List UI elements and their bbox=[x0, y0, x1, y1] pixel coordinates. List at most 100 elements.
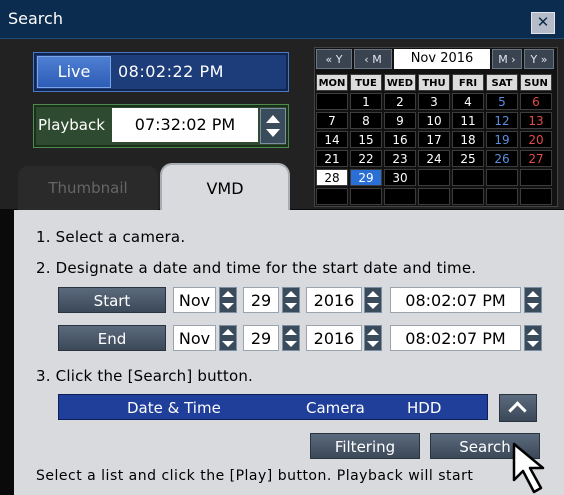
calendar-day bbox=[350, 188, 382, 205]
calendar-day bbox=[520, 188, 552, 205]
results-list-header[interactable]: Date & Time Camera HDD bbox=[58, 394, 488, 420]
playback-time-stepper[interactable] bbox=[260, 108, 286, 144]
calendar-day[interactable]: 6 bbox=[520, 93, 552, 110]
start-month-stepper[interactable] bbox=[219, 287, 237, 313]
start-time-field[interactable]: 08:02:07 PM bbox=[390, 287, 521, 313]
calendar-day[interactable]: 2 bbox=[384, 93, 416, 110]
next-month-button[interactable]: M › bbox=[492, 49, 522, 69]
next-year-button[interactable]: Y » bbox=[524, 49, 554, 69]
calendar-day[interactable]: 26 bbox=[486, 150, 518, 167]
arrow-up-icon[interactable] bbox=[285, 291, 297, 297]
window-title: Search bbox=[8, 9, 63, 28]
calendar-day[interactable]: 21 bbox=[316, 150, 348, 167]
calendar-day[interactable]: 24 bbox=[418, 150, 450, 167]
calendar-day[interactable]: 11 bbox=[452, 112, 484, 129]
live-button[interactable]: Live bbox=[37, 56, 111, 88]
calendar-day[interactable]: 29 bbox=[350, 169, 382, 186]
start-time-stepper[interactable] bbox=[524, 287, 542, 313]
end-day-field[interactable]: 29 bbox=[243, 325, 279, 351]
end-year-field[interactable]: 2016 bbox=[306, 325, 362, 351]
arrow-down-icon[interactable] bbox=[285, 341, 297, 347]
arrow-down-icon[interactable] bbox=[222, 303, 234, 309]
start-button[interactable]: Start bbox=[58, 287, 166, 313]
playback-time-field[interactable]: 07:32:02 PM bbox=[112, 108, 258, 142]
start-day-field[interactable]: 29 bbox=[243, 287, 279, 313]
calendar-day[interactable]: 28 bbox=[316, 169, 348, 186]
weekday-header: SAT bbox=[486, 74, 518, 91]
close-button[interactable]: ✕ bbox=[531, 12, 555, 34]
calendar-day[interactable]: 4 bbox=[452, 93, 484, 110]
step-1-text: 1. Select a camera. bbox=[36, 228, 186, 246]
tab-vmd[interactable]: VMD bbox=[160, 163, 290, 211]
arrow-down-icon[interactable] bbox=[527, 303, 539, 309]
calendar-day[interactable]: 25 bbox=[452, 150, 484, 167]
playback-label: Playback bbox=[38, 116, 105, 134]
calendar-day[interactable]: 15 bbox=[350, 131, 382, 148]
end-time-field[interactable]: 08:02:07 PM bbox=[390, 325, 521, 351]
end-month-stepper[interactable] bbox=[219, 325, 237, 351]
calendar-day[interactable]: 1 bbox=[350, 93, 382, 110]
weekday-header: TUE bbox=[350, 74, 382, 91]
calendar-day[interactable]: 5 bbox=[486, 93, 518, 110]
arrow-down-icon[interactable] bbox=[527, 341, 539, 347]
column-hdd[interactable]: HDD bbox=[407, 395, 441, 421]
arrow-up-icon[interactable] bbox=[285, 329, 297, 335]
prev-month-button[interactable]: ‹ M bbox=[354, 49, 392, 69]
tab-thumbnail[interactable]: Thumbnail bbox=[18, 166, 158, 210]
arrow-up-icon[interactable] bbox=[222, 291, 234, 297]
column-date-time[interactable]: Date & Time bbox=[127, 395, 221, 421]
calendar-day[interactable]: 8 bbox=[350, 112, 382, 129]
end-year-stepper[interactable] bbox=[364, 325, 382, 351]
calendar-month-label: Nov 2016 bbox=[394, 49, 490, 69]
collapse-button[interactable] bbox=[499, 394, 537, 422]
calendar-day[interactable]: 22 bbox=[350, 150, 382, 167]
arrow-up-icon[interactable] bbox=[266, 115, 280, 123]
arrow-up-icon[interactable] bbox=[367, 329, 379, 335]
calendar-day bbox=[486, 169, 518, 186]
start-month-field[interactable]: Nov bbox=[173, 287, 216, 313]
arrow-down-icon[interactable] bbox=[222, 341, 234, 347]
arrow-up-icon[interactable] bbox=[222, 329, 234, 335]
arrow-down-icon[interactable] bbox=[285, 303, 297, 309]
filtering-button[interactable]: Filtering bbox=[310, 433, 420, 459]
start-year-stepper[interactable] bbox=[364, 287, 382, 313]
calendar-day[interactable]: 13 bbox=[520, 112, 552, 129]
calendar-day[interactable]: 18 bbox=[452, 131, 484, 148]
calendar-day bbox=[384, 188, 416, 205]
calendar-day[interactable]: 30 bbox=[384, 169, 416, 186]
calendar-day[interactable]: 14 bbox=[316, 131, 348, 148]
calendar-day[interactable]: 10 bbox=[418, 112, 450, 129]
end-month-field[interactable]: Nov bbox=[173, 325, 216, 351]
calendar-day bbox=[316, 93, 348, 110]
calendar-day[interactable]: 27 bbox=[520, 150, 552, 167]
arrow-down-icon[interactable] bbox=[367, 303, 379, 309]
calendar-day bbox=[418, 188, 450, 205]
weekday-header: MON bbox=[316, 74, 348, 91]
arrow-down-icon[interactable] bbox=[367, 341, 379, 347]
calendar-day bbox=[418, 169, 450, 186]
calendar-day[interactable]: 19 bbox=[486, 131, 518, 148]
end-time-stepper[interactable] bbox=[524, 325, 542, 351]
step-2-text: 2. Designate a date and time for the sta… bbox=[36, 259, 477, 277]
calendar-day bbox=[486, 188, 518, 205]
calendar-day[interactable]: 9 bbox=[384, 112, 416, 129]
end-button[interactable]: End bbox=[58, 325, 166, 351]
calendar-day[interactable]: 17 bbox=[418, 131, 450, 148]
calendar-day[interactable]: 7 bbox=[316, 112, 348, 129]
arrow-up-icon[interactable] bbox=[367, 291, 379, 297]
end-day-stepper[interactable] bbox=[282, 325, 300, 351]
column-camera[interactable]: Camera bbox=[306, 395, 365, 421]
calendar-day bbox=[520, 169, 552, 186]
calendar-day[interactable]: 16 bbox=[384, 131, 416, 148]
calendar-day[interactable]: 20 bbox=[520, 131, 552, 148]
calendar-day[interactable]: 23 bbox=[384, 150, 416, 167]
prev-year-button[interactable]: « Y bbox=[316, 49, 352, 69]
instruction-text: Select a list and click the [Play] butto… bbox=[36, 468, 474, 484]
start-day-stepper[interactable] bbox=[282, 287, 300, 313]
arrow-up-icon[interactable] bbox=[527, 291, 539, 297]
calendar-day[interactable]: 3 bbox=[418, 93, 450, 110]
arrow-up-icon[interactable] bbox=[527, 329, 539, 335]
arrow-down-icon[interactable] bbox=[266, 129, 280, 137]
start-year-field[interactable]: 2016 bbox=[306, 287, 362, 313]
calendar-day[interactable]: 12 bbox=[486, 112, 518, 129]
